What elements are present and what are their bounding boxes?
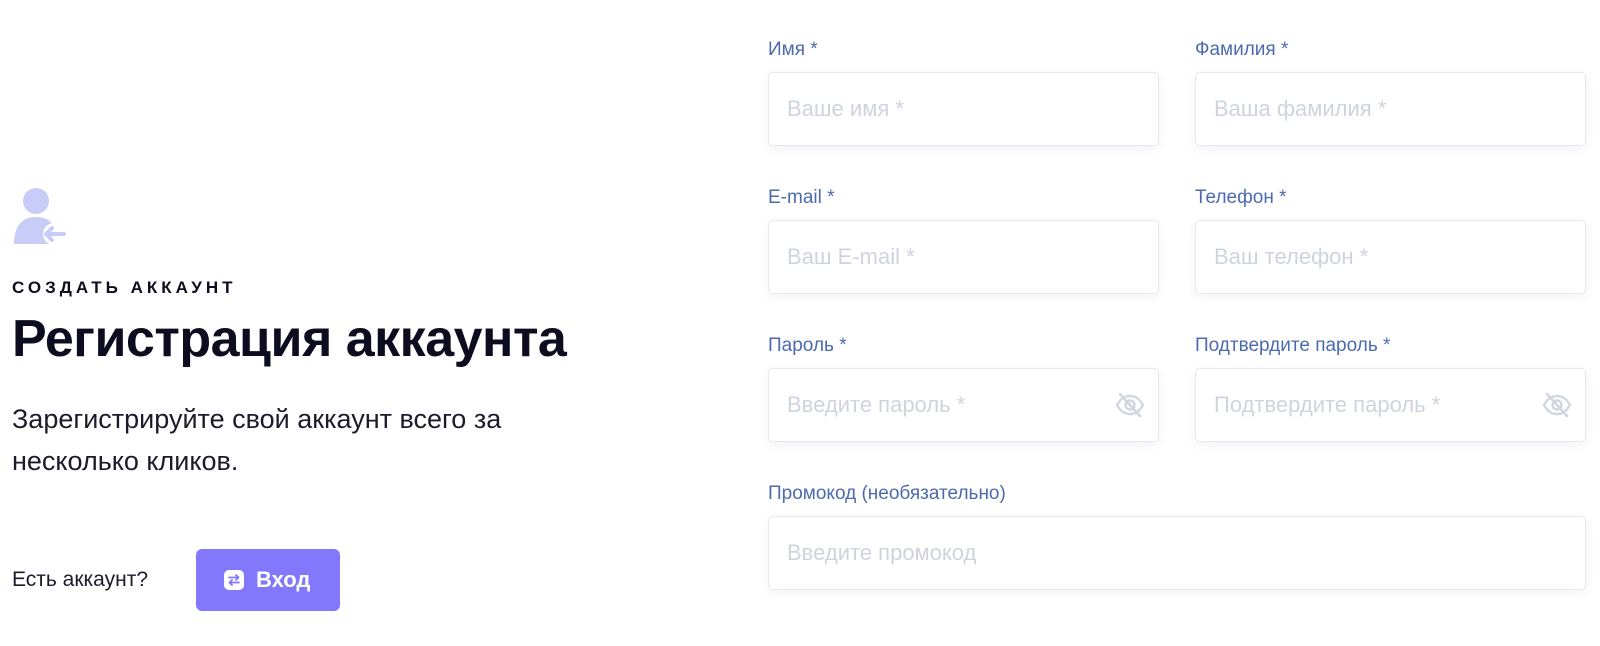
- eyebrow-heading: СОЗДАТЬ АККАУНТ: [12, 278, 237, 297]
- intro-panel: СОЗДАТЬ АККАУНТ Регистрация аккаунта Зар…: [12, 186, 652, 482]
- phone-label: Телефон *: [1195, 187, 1287, 208]
- swap-icon: [224, 570, 244, 590]
- password-field[interactable]: [768, 368, 1159, 442]
- password-group: Пароль *: [768, 334, 1159, 442]
- registration-page: СОЗДАТЬ АККАУНТ Регистрация аккаунта Зар…: [0, 0, 1600, 646]
- login-prompt: Есть аккаунт? Вход: [12, 549, 341, 611]
- form-row-name: Имя * Фамилия *: [768, 38, 1586, 146]
- has-account-text: Есть аккаунт?: [12, 568, 149, 591]
- user-login-icon: [14, 188, 66, 245]
- first-name-label: Имя *: [768, 39, 818, 60]
- login-button-label: Вход: [256, 567, 311, 592]
- password-label: Пароль *: [768, 335, 847, 356]
- promo-label: Промокод (необязательно): [768, 483, 1006, 504]
- email-field[interactable]: [768, 220, 1159, 294]
- password-confirm-label: Подтвердите пароль *: [1195, 335, 1391, 356]
- phone-field[interactable]: [1195, 220, 1586, 294]
- form-row-promo: Промокод (необязательно): [768, 482, 1586, 590]
- email-wrap: [768, 220, 1159, 294]
- email-label: E-mail *: [768, 187, 835, 208]
- page-title: Регистрация аккаунта: [12, 310, 567, 368]
- eye-off-icon[interactable]: [1115, 392, 1145, 418]
- promo-code-field[interactable]: [768, 516, 1586, 590]
- page-description: Зарегистрируйте свой аккаунт всего за не…: [12, 404, 502, 476]
- password-confirm-field[interactable]: [1195, 368, 1586, 442]
- last-name-group: Фамилия *: [1195, 38, 1586, 146]
- email-group: E-mail *: [768, 186, 1159, 294]
- last-name-label: Фамилия *: [1195, 39, 1289, 60]
- password-confirm-group: Подтвердите пароль *: [1195, 334, 1586, 442]
- last-name-input[interactable]: [1195, 72, 1586, 146]
- form-row-password: Пароль * Подтвердите пароль *: [768, 334, 1586, 442]
- login-button[interactable]: Вход: [196, 549, 341, 611]
- promo-wrap: [768, 516, 1586, 590]
- first-name-wrap: [768, 72, 1159, 146]
- phone-wrap: [1195, 220, 1586, 294]
- registration-form: Имя * Фамилия * E-mail * Телефон *: [768, 38, 1586, 590]
- eye-off-icon[interactable]: [1542, 392, 1572, 418]
- last-name-wrap: [1195, 72, 1586, 146]
- form-row-contact: E-mail * Телефон *: [768, 186, 1586, 294]
- password-wrap: [768, 368, 1159, 442]
- first-name-group: Имя *: [768, 38, 1159, 146]
- promo-group: Промокод (необязательно): [768, 482, 1586, 590]
- phone-group: Телефон *: [1195, 186, 1586, 294]
- first-name-input[interactable]: [768, 72, 1159, 146]
- password-confirm-wrap: [1195, 368, 1586, 442]
